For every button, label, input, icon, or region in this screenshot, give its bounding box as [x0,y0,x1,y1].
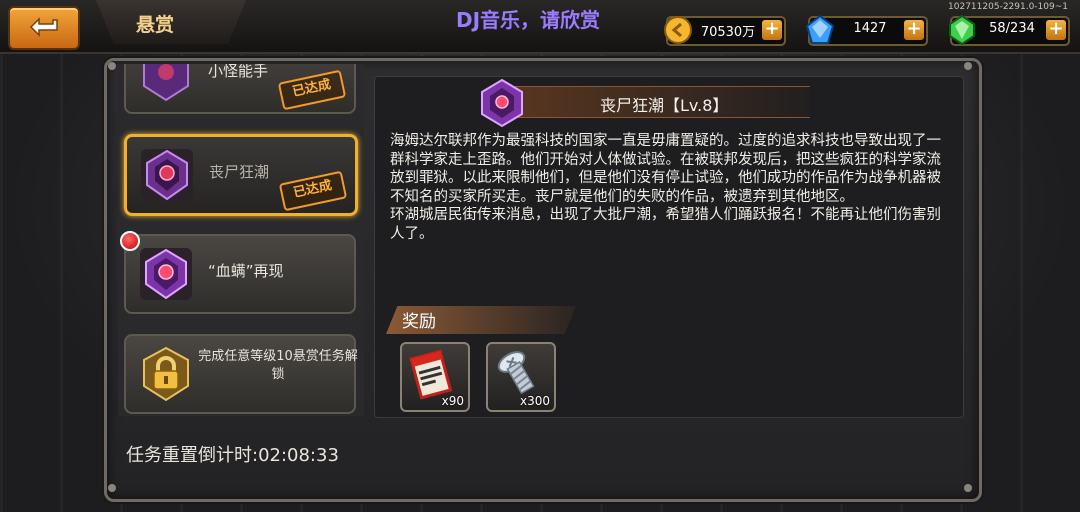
task-label: “血螨”再现 [208,262,284,280]
back-arrow-icon [29,17,58,37]
mission-badge-icon [143,64,189,102]
reset-countdown: 任务重置倒计时:02:08:33 [126,445,339,466]
reward-label: 奖励 [402,312,436,332]
blue-gem-icon [805,14,835,44]
energy-counter: 58/234 + [949,14,1070,46]
rivet [108,62,116,70]
add-energy-button[interactable]: + [1046,20,1066,40]
task-card-selected[interactable]: 丧尸狂潮 已达成 [124,134,358,216]
mission-title: 丧尸狂潮【Lv.8】 [600,96,729,115]
diamond-counter: 1427 + [805,14,928,46]
gold-coin-icon [664,16,692,44]
task-label: 小怪能手 [208,64,269,80]
task-label: 丧尸狂潮 [209,163,270,181]
green-crystal-icon [949,14,975,46]
description-paragraph: 环湖城居民街传来消息，出现了大批尸潮，希望猎人们踊跃报名！不能再让他们伤害别人了… [390,207,941,242]
diamond-value: 1427 [853,21,887,36]
rivet [964,484,972,492]
page-title: 悬赏 [136,14,175,36]
completed-stamp: 已达成 [277,69,347,111]
mission-description: 海姆达尔联邦作为最强科技的国家一直是毋庸置疑的。过度的追求科技也导致出现了一群科… [390,132,944,243]
reward-item[interactable]: x90 [400,342,470,412]
back-button[interactable] [8,6,80,50]
energy-value: 58/234 [989,21,1035,36]
overlay-text: DJ音乐，请欣赏 [456,8,601,32]
task-card[interactable]: 小怪能手 已达成 [124,64,356,114]
description-paragraph: 海姆达尔联邦作为最强科技的国家一直是毋庸置疑的。过度的追求科技也导致出现了一群科… [390,133,941,205]
task-card-locked[interactable]: 完成任意等级10悬赏任务解锁 [124,334,358,414]
mission-badge-icon [141,149,193,201]
task-card[interactable]: “血螨”再现 [124,234,356,314]
add-gold-button[interactable]: + [762,20,782,40]
gold-counter: 70530万 + [664,16,786,46]
rivet [964,62,972,70]
task-label: 完成任意等级10悬赏任务解锁 [198,349,358,382]
completed-stamp: 已达成 [278,170,348,212]
rivet [108,484,116,492]
notification-dot [120,231,140,251]
version-text: 102711205-2291.0-109~1 [948,2,1068,12]
add-diamond-button[interactable]: + [904,20,924,40]
gold-value: 70530万 [700,25,756,40]
mission-badge-icon [140,248,192,300]
task-list[interactable]: 小怪能手 已达成 丧尸狂潮 已达成 “血螨”再现 完成任意等级10悬赏任务解锁 [118,64,364,416]
reward-count: x90 [441,394,464,408]
reward-item[interactable]: x300 [486,342,556,412]
reward-count: x300 [519,394,550,408]
lock-icon [143,346,189,402]
mission-badge-icon [481,78,523,128]
